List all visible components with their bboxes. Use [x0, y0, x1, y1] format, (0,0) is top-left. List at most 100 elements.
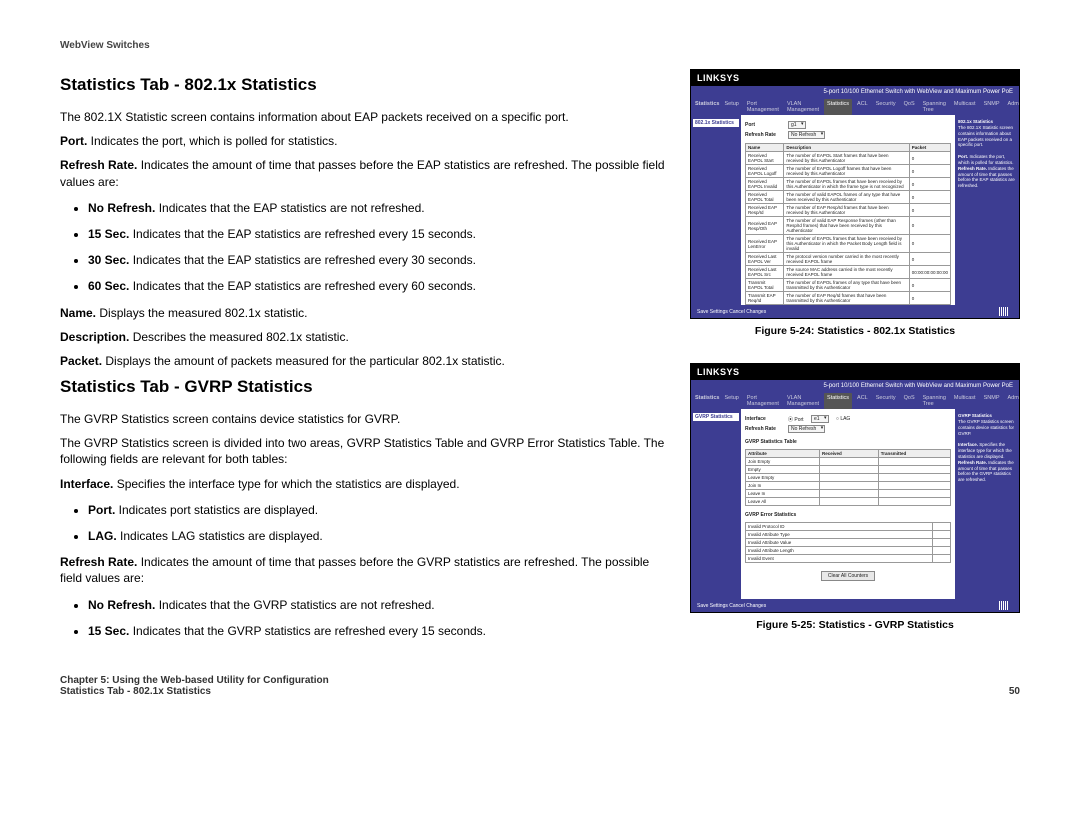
brand-logo: LINKSYS — [691, 70, 1019, 86]
list-item: 15 Sec. Indicates that the EAP statistic… — [88, 226, 666, 242]
table-cell: Transmit EAPOL Total — [746, 279, 784, 292]
stats-table: Name Description Packet Received EAPOL S… — [745, 143, 951, 318]
table-row: Empty — [746, 466, 951, 474]
section1-bullets: No Refresh. Indicates that the EAP stati… — [88, 200, 666, 295]
table-row: Invalid Attribute Length — [746, 547, 951, 555]
section2-bullets2: No Refresh. Indicates that the GVRP stat… — [88, 597, 666, 639]
table-cell: 0 — [909, 217, 950, 235]
tab[interactable]: Setup — [721, 393, 741, 409]
tab[interactable]: Port Management — [744, 393, 782, 409]
table-row: Join In — [746, 482, 951, 490]
port-dropdown[interactable]: e1 — [811, 415, 829, 423]
tab[interactable]: ACL — [854, 99, 871, 115]
bullet-text: Indicates that the EAP statistics are re… — [129, 227, 476, 241]
table-row: Leave Empty — [746, 474, 951, 482]
tab[interactable]: Security — [873, 393, 899, 409]
refresh2-label: Refresh Rate. — [60, 555, 137, 569]
table2-title: GVRP Error Statistics — [745, 512, 951, 518]
table-cell: 0 — [909, 253, 950, 266]
table-cell: 0 — [909, 292, 950, 305]
table-row: Received EAP Resp/OthThe number of valid… — [746, 217, 951, 235]
clear-counters-button[interactable]: Clear All Counters — [821, 571, 875, 581]
tab[interactable]: Statistics — [824, 99, 852, 115]
iface-label: Interface. — [60, 477, 113, 491]
section2-body: The GVRP Statistics screen is divided in… — [60, 435, 666, 467]
list-item: 15 Sec. Indicates that the GVRP statisti… — [88, 623, 666, 639]
device-title: 5-port 10/100 Ethernet Switch with WebVi… — [691, 86, 1019, 95]
tab[interactable]: Security — [873, 99, 899, 115]
table-cell: Received EAP Resp/Id — [746, 204, 784, 217]
table-row: Received Last EAPOL VerThe protocol vers… — [746, 253, 951, 266]
table-cell: Received EAP LenError — [746, 235, 784, 253]
refresh-label: Refresh Rate — [745, 426, 785, 432]
bullet-label: 60 Sec. — [88, 279, 129, 293]
tab[interactable]: Admin — [1004, 393, 1020, 409]
table-cell: Received Last EAPOL Ver — [746, 253, 784, 266]
list-item: No Refresh. Indicates that the EAP stati… — [88, 200, 666, 216]
tab[interactable]: Setup — [721, 99, 741, 115]
tab[interactable]: Spanning Tree — [920, 99, 949, 115]
figure-5-25: LINKSYS 5-port 10/100 Ethernet Switch wi… — [690, 363, 1020, 613]
th-attr: Attribute — [746, 450, 820, 458]
footer-text: Save Settings Cancel Changes — [697, 309, 766, 315]
port-dropdown[interactable]: g1 — [788, 121, 806, 129]
port-label: Port — [745, 122, 785, 128]
tab[interactable]: VLAN Management — [784, 99, 822, 115]
table-row: Received EAPOL LogoffThe number of EAPOL… — [746, 165, 951, 178]
table-cell: Transmit EAP Req/Id — [746, 292, 784, 305]
section2-title: Statistics Tab - GVRP Statistics — [60, 377, 666, 397]
table-cell: 0 — [909, 204, 950, 217]
lag-radio[interactable]: ○ LAG — [836, 416, 850, 422]
table-cell: 0 — [909, 178, 950, 191]
table-cell: Received EAPOL Total — [746, 191, 784, 204]
section2-intro: The GVRP Statistics screen contains devi… — [60, 411, 666, 427]
tab[interactable]: Port Management — [744, 99, 782, 115]
tab[interactable]: SNMP — [981, 99, 1003, 115]
page-number: 50 — [1009, 686, 1020, 697]
th-desc: Description — [784, 144, 909, 152]
bullet-label: No Refresh. — [88, 598, 155, 612]
main-text-column: Statistics Tab - 802.1x Statistics The 8… — [60, 69, 666, 657]
tab[interactable]: Multicast — [951, 99, 979, 115]
desc-definition: Description. Describes the measured 802.… — [60, 329, 666, 345]
tab[interactable]: QoS — [901, 393, 918, 409]
tab[interactable]: QoS — [901, 99, 918, 115]
table-cell: The number of valid EAPOL frames of any … — [784, 191, 909, 204]
tab[interactable]: Statistics — [824, 393, 852, 409]
refresh-dropdown[interactable]: No Refresh — [788, 131, 825, 139]
table-row: Received EAPOL InvalidThe number of EAPO… — [746, 178, 951, 191]
tab[interactable]: Multicast — [951, 393, 979, 409]
bullet-label: 15 Sec. — [88, 227, 129, 241]
tab[interactable]: Spanning Tree — [920, 393, 949, 409]
tab[interactable]: ACL — [854, 393, 871, 409]
left-nav: 802.1x Statistics — [691, 115, 741, 313]
table-row: Invalid Attribute Value — [746, 539, 951, 547]
bullet-label: 15 Sec. — [88, 624, 129, 638]
iface-label: Interface — [745, 416, 785, 422]
bullet-text: Indicates that the EAP statistics are no… — [155, 201, 424, 215]
table-row: Invalid Protocol ID — [746, 523, 951, 531]
side-label: Statistics — [695, 99, 719, 115]
list-item: LAG. Indicates LAG statistics are displa… — [88, 528, 666, 544]
bullet-text: Indicates port statistics are displayed. — [115, 503, 318, 517]
bullet-label: Port. — [88, 503, 115, 517]
subnav-selected[interactable]: 802.1x Statistics — [693, 119, 739, 127]
tab[interactable]: VLAN Management — [784, 393, 822, 409]
tab[interactable]: SNMP — [981, 393, 1003, 409]
brand-logo: LINKSYS — [691, 364, 1019, 380]
port-radio[interactable]: ⦿ Port — [788, 416, 804, 423]
gvrp-error-table: Invalid Protocol IDInvalid Attribute Typ… — [745, 522, 951, 563]
refresh-dropdown[interactable]: No Refresh — [788, 425, 825, 433]
table-cell: Received EAPOL Start — [746, 152, 784, 165]
bullet-label: 30 Sec. — [88, 253, 129, 267]
help-panel: GVRP Statistics The GVRP Statistics scre… — [955, 409, 1019, 607]
table-row: Transmit EAPOL TotalThe number of EAPOL … — [746, 279, 951, 292]
bullet-text: Indicates LAG statistics are displayed. — [117, 529, 323, 543]
port-definition: Port. Indicates the port, which is polle… — [60, 133, 666, 149]
refresh-label: Refresh Rate — [745, 132, 785, 138]
subnav-selected[interactable]: GVRP Statistics — [693, 413, 739, 421]
table-cell: The protocol version number carried in t… — [784, 253, 909, 266]
table-cell: Received EAP Resp/Oth — [746, 217, 784, 235]
packet-definition: Packet. Displays the amount of packets m… — [60, 353, 666, 369]
tab[interactable]: Admin — [1004, 99, 1020, 115]
